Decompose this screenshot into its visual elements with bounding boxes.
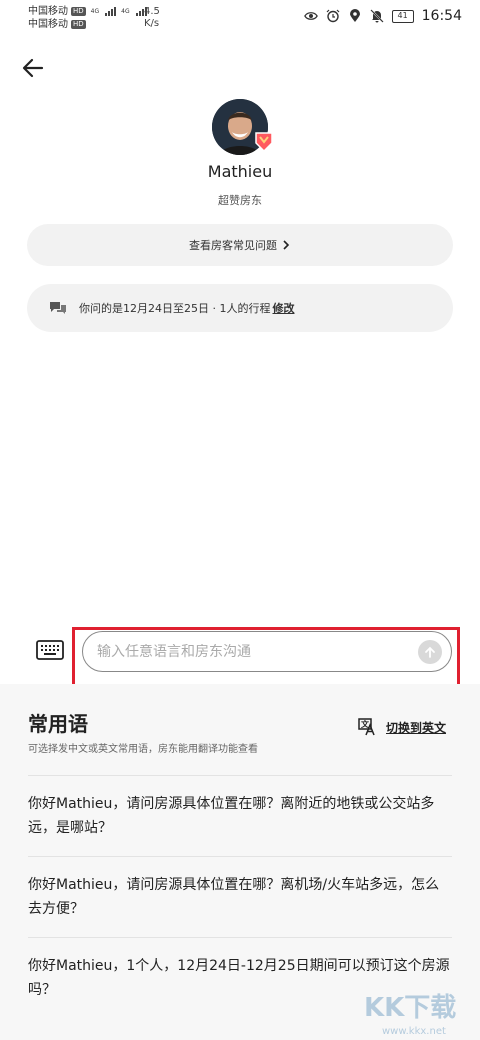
trip-text: 你问的是12月24日至25日 · 1人的行程 [79, 302, 271, 315]
switch-language-button[interactable]: 文 切换到英文 [358, 718, 446, 736]
mute-icon [369, 9, 384, 23]
phrase-item[interactable]: 你好Mathieu，请问房源具体位置在哪？离附近的地铁或公交站多远，是哪站？ [28, 775, 452, 840]
speed-unit: K/s [144, 18, 160, 29]
back-arrow-icon [22, 58, 44, 78]
status-icons: 41 16:54 [303, 8, 462, 24]
watermark-logo: KK下载 www.kkx.net [360, 986, 472, 1038]
location-icon [348, 9, 362, 23]
svg-text:KK下载: KK下载 [364, 993, 456, 1023]
phrases-title: 常用语 [28, 712, 88, 736]
host-subtitle: 超赞房东 [218, 194, 262, 207]
faq-label: 查看房客常见问题 [189, 239, 277, 252]
faq-button[interactable]: 查看房客常见问题 [27, 224, 453, 266]
send-button[interactable] [418, 640, 442, 664]
back-button[interactable] [20, 55, 46, 81]
carrier-1: 中国移动 [28, 6, 68, 17]
network-type-2: 4G [121, 8, 130, 15]
clock: 16:54 [421, 8, 462, 24]
host-avatar-wrap[interactable] [212, 99, 273, 155]
phrase-item[interactable]: 你好Mathieu，请问房源具体位置在哪？离机场/火车站多远，怎么去方便？ [28, 856, 452, 921]
speed-value: 4.5 [144, 6, 160, 17]
switch-language-label: 切换到英文 [386, 720, 447, 735]
superhost-badge-icon [254, 131, 274, 153]
message-input[interactable] [97, 643, 397, 660]
phrases-subtitle: 可选择发中文或英文常用语，房东能用翻译功能查看 [28, 744, 258, 755]
carrier-info: 中国移动 HD 4G 4G 中国移动 HD [28, 5, 147, 31]
hd-badge-2: HD [71, 20, 86, 29]
eye-icon [303, 9, 318, 23]
status-bar: 中国移动 HD 4G 4G 中国移动 HD 4.5 K/s 41 16:54 [0, 0, 480, 36]
host-name: Mathieu [207, 162, 273, 181]
keyboard-icon [36, 640, 64, 660]
trip-info: 你问的是12月24日至25日 · 1人的行程 修改 [27, 284, 453, 332]
svg-text:www.kkx.net: www.kkx.net [382, 1026, 446, 1037]
carrier-2: 中国移动 [28, 19, 68, 30]
chat-bubbles-icon [50, 302, 66, 314]
chevron-right-icon [283, 240, 290, 250]
translate-icon: 文 [358, 718, 375, 736]
signal-icon [105, 7, 117, 16]
alarm-icon [326, 9, 340, 23]
battery-indicator: 41 [391, 9, 414, 23]
hd-badge: HD [71, 7, 86, 16]
message-input-container[interactable] [82, 631, 452, 672]
send-arrow-icon [425, 646, 435, 658]
network-type: 4G [90, 8, 100, 15]
network-speed: 4.5 K/s [144, 6, 160, 30]
keyboard-toggle-button[interactable] [36, 640, 64, 660]
edit-trip-link[interactable]: 修改 [272, 300, 294, 316]
